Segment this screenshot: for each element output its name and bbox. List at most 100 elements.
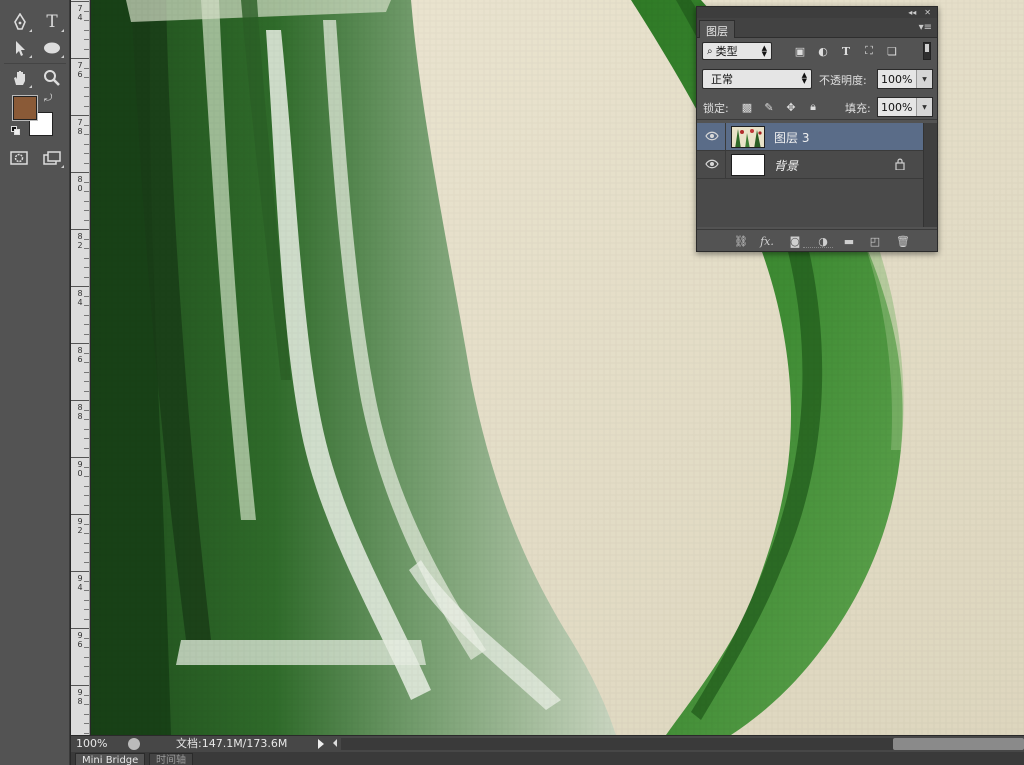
ruler-major-tick <box>71 229 89 230</box>
select-arrows-icon: ▲ ▼ <box>801 71 807 85</box>
layer-row-background[interactable]: 背景 <box>697 151 923 179</box>
ruler-minor-tick <box>84 485 89 487</box>
lock-label: 锁定: <box>703 102 729 115</box>
lock-pixels-brush-icon[interactable]: ✎ <box>761 99 777 115</box>
hand-icon <box>14 71 25 85</box>
layer-name[interactable]: 图层 3 <box>774 129 809 146</box>
select-arrows-icon: ▲ ▼ <box>761 44 767 58</box>
ruler-minor-tick <box>84 257 89 259</box>
ruler-minor-tick <box>84 428 89 430</box>
ruler-major-tick <box>71 286 89 287</box>
ellipse-icon <box>44 42 60 54</box>
ruler-minor-tick <box>84 153 89 154</box>
filter-pixel-icon[interactable]: ▣ <box>793 44 807 58</box>
panel-footer: ⛓ fx. ◙ ◑ ▬ ◰ 🗑︎ <box>697 229 937 251</box>
lock-transparency-icon[interactable]: ▩ <box>739 99 755 115</box>
new-group-folder-icon[interactable]: ▬ <box>841 234 857 248</box>
filter-smart-object-icon[interactable]: ❏ <box>885 44 899 58</box>
vertical-ruler[interactable]: 7 4 7 6 7 8 8 0 8 2 8 4 8 6 8 8 9 0 9 2 9 4 9 6 9 8 <box>71 0 90 735</box>
visibility-eye-icon[interactable] <box>705 131 719 143</box>
ruler-major-tick <box>71 58 89 59</box>
screen-mode-button[interactable] <box>39 146 65 170</box>
swap-colors-icon[interactable]: ⤾ <box>44 93 52 104</box>
arrow-icon <box>16 41 25 56</box>
visibility-eye-icon[interactable] <box>705 159 719 171</box>
layer-row-layer3[interactable]: 图层 3 <box>697 123 923 151</box>
fill-value: 100% <box>881 100 913 114</box>
ruler-minor-tick <box>84 77 89 78</box>
collapse-panel-icon[interactable]: ◂◂ <box>908 8 916 17</box>
layers-panel: ◂◂ ✕ 图层 ▾≡ ⌕ 类型 ▲ ▼ ▣ ◐ T ⛶ ❏ 正常 ▲ ▼ 不透明度:… <box>696 6 938 252</box>
pen-icon <box>14 13 26 30</box>
ruler-minor-tick <box>84 324 89 325</box>
layers-list-scrollbar[interactable] <box>923 123 937 227</box>
lock-position-icon[interactable]: ✥ <box>783 99 799 115</box>
ruler-minor-tick <box>84 590 89 591</box>
default-colors-icon[interactable] <box>11 126 21 136</box>
new-layer-icon[interactable]: ◰ <box>867 234 883 248</box>
ruler-minor-tick <box>84 609 89 610</box>
opacity-value: 100% <box>881 72 913 86</box>
panel-menu-icon[interactable]: ▾≡ <box>919 22 932 33</box>
hand-tool-button[interactable] <box>7 66 33 90</box>
fill-dropdown-icon[interactable]: ▼ <box>916 98 932 116</box>
link-layers-icon[interactable]: ⛓ <box>733 234 749 248</box>
layer-name[interactable]: 背景 <box>774 157 798 174</box>
ruler-minor-tick <box>84 533 89 534</box>
ruler-minor-tick <box>84 599 89 601</box>
filter-shape-icon[interactable]: ⛶ <box>862 44 876 58</box>
filter-kind-select[interactable]: ⌕ 类型 ▲ ▼ <box>702 42 772 60</box>
ruler-minor-tick <box>84 381 89 382</box>
ruler-minor-tick <box>84 523 89 525</box>
horizontal-scrollbar-thumb[interactable] <box>893 738 1024 750</box>
foreground-color-swatch[interactable] <box>12 95 38 121</box>
pen-tool-button[interactable] <box>7 10 33 34</box>
ruler-tick-label: 8 8 <box>77 403 83 421</box>
ruler-minor-tick <box>84 390 89 392</box>
fill-field[interactable]: 100% ▼ <box>877 97 933 117</box>
opacity-field[interactable]: 100% ▼ <box>877 69 933 89</box>
tab-mini-bridge[interactable]: Mini Bridge <box>75 753 146 765</box>
ruler-minor-tick <box>84 276 89 278</box>
fill-label: 填充: <box>845 102 871 115</box>
filter-adjustment-icon[interactable]: ◐ <box>816 44 830 58</box>
delete-layer-trash-icon[interactable]: 🗑︎ <box>895 234 911 248</box>
filter-toggle-switch[interactable] <box>923 42 931 60</box>
zoom-tool-button[interactable] <box>39 66 65 90</box>
ruler-minor-tick <box>84 447 89 449</box>
path-selection-tool-button[interactable] <box>7 36 33 60</box>
ellipse-tool-button[interactable] <box>39 36 65 60</box>
tab-layers[interactable]: 图层 <box>699 20 735 38</box>
adjustment-layer-icon[interactable]: ◑ <box>815 234 831 248</box>
ruler-minor-tick <box>84 542 89 544</box>
filter-type-icon[interactable]: T <box>839 44 853 58</box>
ruler-tick-label: 9 6 <box>77 631 83 649</box>
ruler-minor-tick <box>84 305 89 306</box>
type-tool-button[interactable]: T <box>39 10 65 34</box>
zoom-level-field[interactable]: 100% <box>71 736 123 752</box>
status-menu-arrow-icon[interactable] <box>318 739 324 749</box>
scroll-left-arrow-icon[interactable] <box>333 739 337 747</box>
ruler-tick-label: 7 8 <box>77 118 83 136</box>
add-mask-icon[interactable]: ◙ <box>787 234 803 248</box>
ruler-tick-label: 8 4 <box>77 289 83 307</box>
tab-timeline[interactable]: 时间轴 <box>149 753 193 765</box>
ruler-minor-tick <box>84 656 89 658</box>
ruler-major-tick <box>71 514 89 515</box>
status-bar: 100% 文档:147.1M/173.6M <box>71 735 1024 752</box>
search-icon: ⌕ <box>707 45 713 57</box>
opacity-dropdown-icon[interactable]: ▼ <box>916 70 932 88</box>
close-panel-icon[interactable]: ✕ <box>924 8 931 17</box>
ruler-minor-tick <box>84 39 89 40</box>
quick-mask-button[interactable] <box>6 146 32 170</box>
ruler-tick-label: 8 0 <box>77 175 83 193</box>
ruler-tick-label: 8 2 <box>77 232 83 250</box>
resize-grip[interactable] <box>803 247 833 250</box>
lock-all-icon[interactable]: 🔒︎ <box>805 99 821 115</box>
ruler-minor-tick <box>84 219 89 221</box>
layer-style-fx-icon[interactable]: fx. <box>759 234 775 248</box>
ruler-tick-label: 8 6 <box>77 346 83 364</box>
layer-lock-icon <box>895 158 905 173</box>
blend-mode-select[interactable]: 正常 ▲ ▼ <box>702 69 812 89</box>
status-info-icon[interactable] <box>128 738 140 750</box>
